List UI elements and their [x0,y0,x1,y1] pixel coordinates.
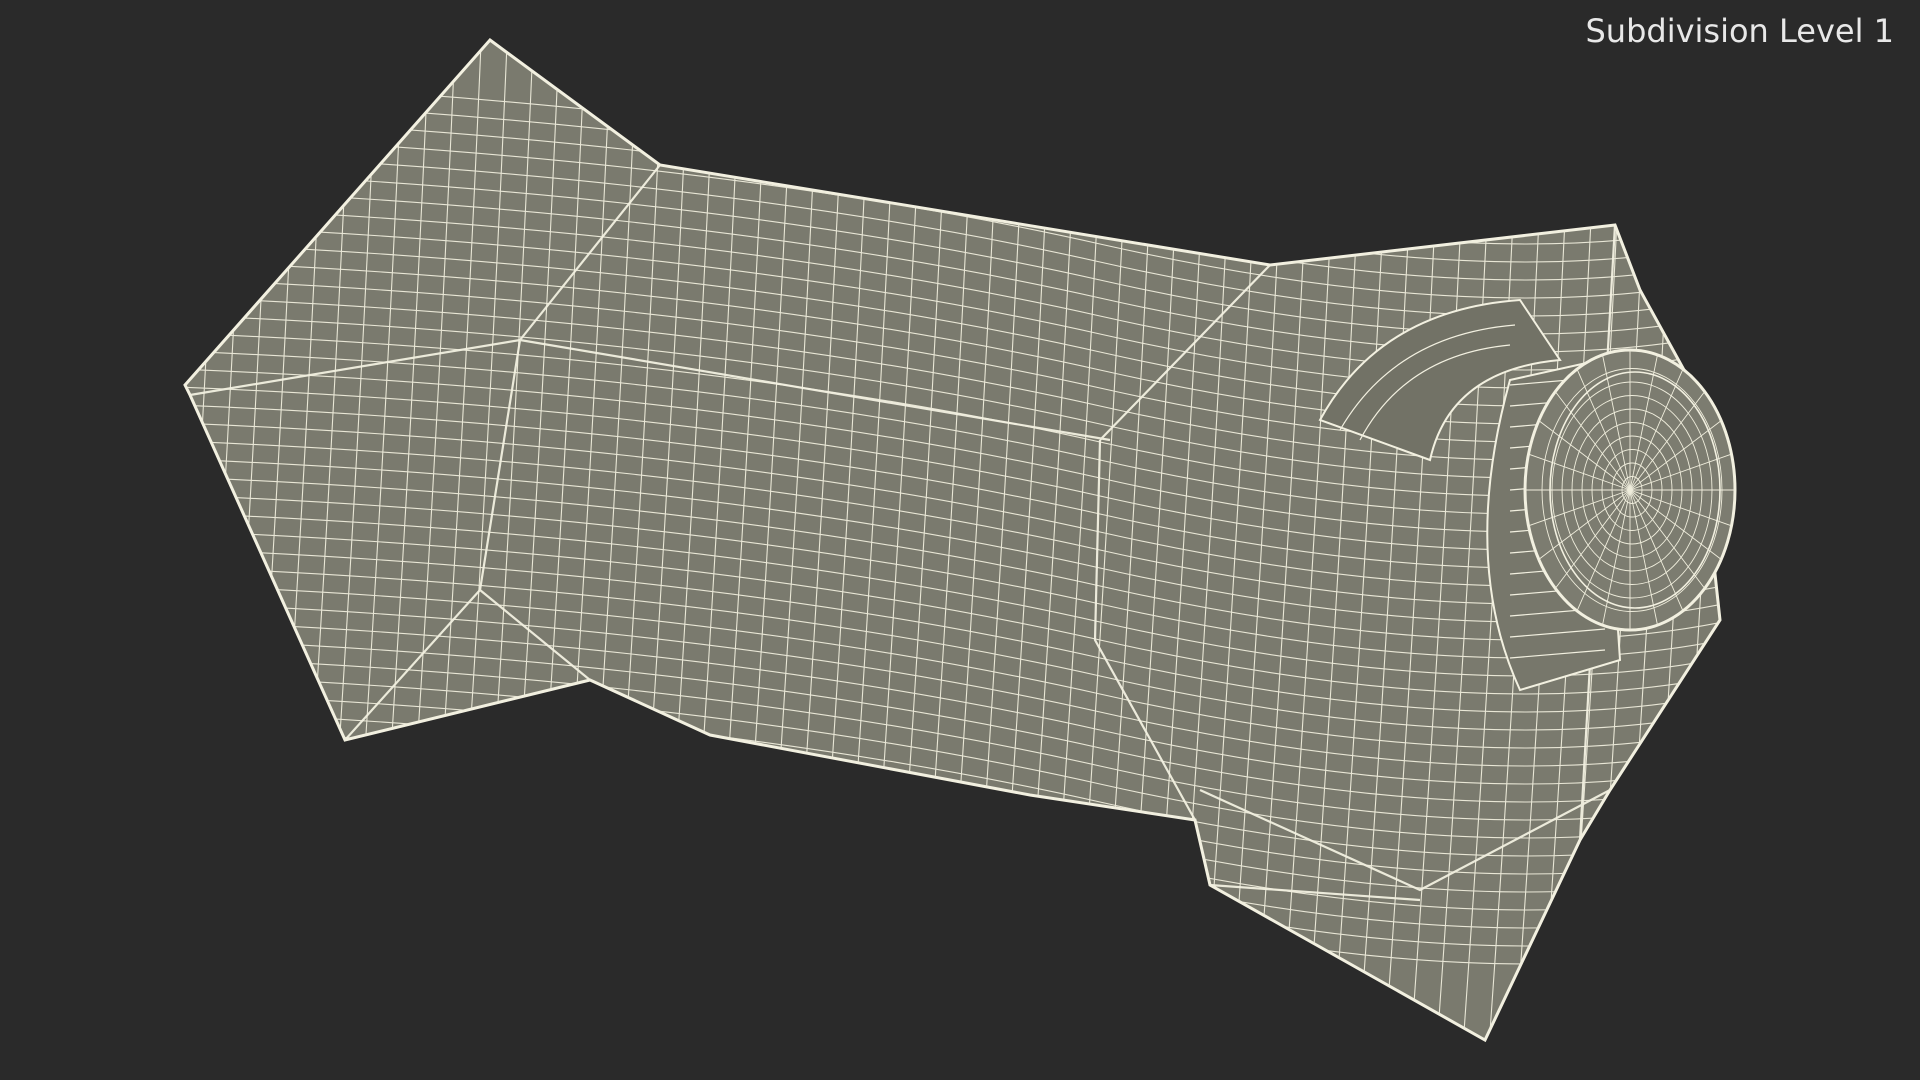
subdivision-level-label: Subdivision Level 1 [1585,12,1894,50]
carton-wireframe-model [183,37,1737,1043]
render-viewport: Subdivision Level 1 [0,0,1920,1080]
